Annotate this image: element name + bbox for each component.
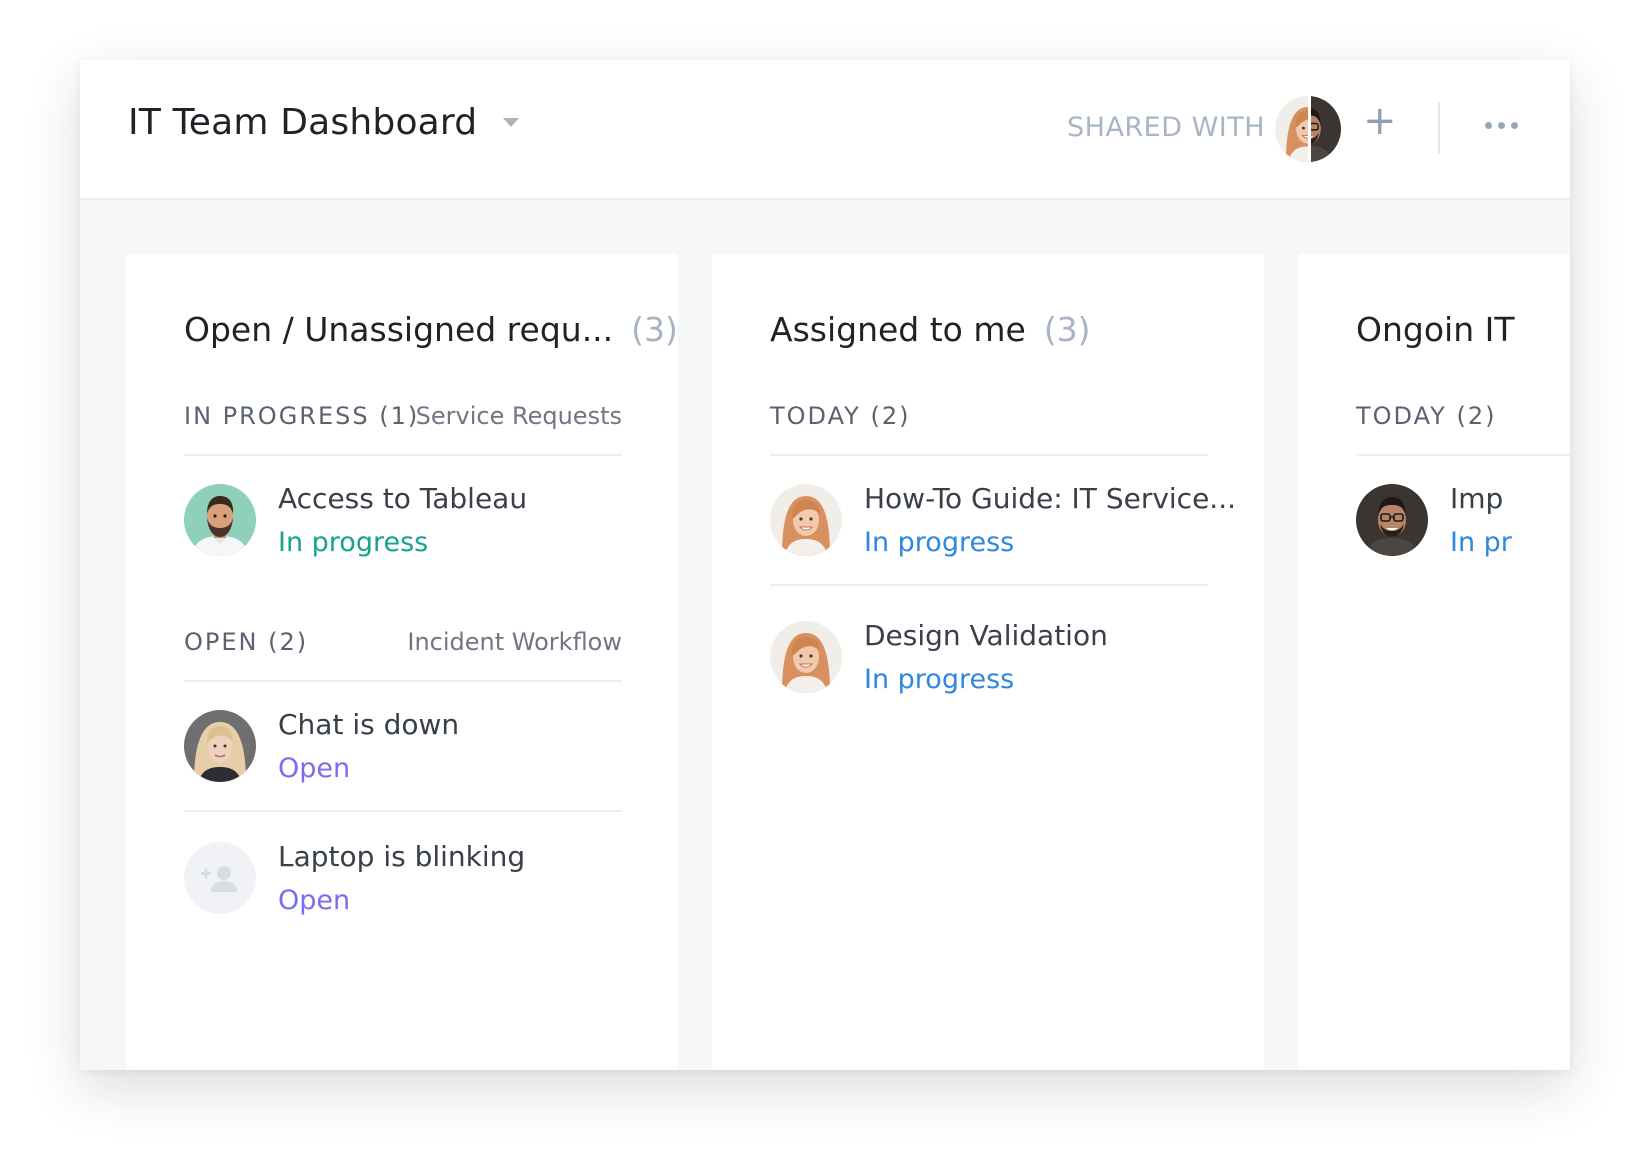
column-title-text: Ongoin IT: [1356, 310, 1515, 349]
header-divider: [1438, 102, 1440, 154]
dashboard-title-selector[interactable]: IT Team Dashboard: [128, 102, 520, 143]
status-badge: In progress: [864, 527, 1015, 558]
group-label: TODAY (2): [1356, 402, 1497, 430]
list-item[interactable]: Laptop is blinking Open: [184, 812, 622, 942]
group-label: IN PROGRESS (1): [184, 402, 420, 430]
column-title: Open / Unassigned requ... (3): [184, 310, 678, 349]
group-header: OPEN (2) Incident Workflow: [184, 622, 622, 682]
more-horizontal-icon[interactable]: [1485, 122, 1518, 129]
shared-avatars[interactable]: [1275, 96, 1347, 162]
column-title-text: Open / Unassigned requ...: [184, 310, 614, 349]
group-source: Incident Workflow: [407, 628, 622, 656]
group-label: OPEN (2): [184, 628, 309, 656]
item-title: Chat is down: [278, 708, 460, 741]
add-user-icon[interactable]: [184, 842, 256, 914]
column-title: Ongoin IT: [1356, 310, 1515, 349]
group-header: TODAY (2): [770, 396, 1208, 456]
column-assigned-to-me: Assigned to me (3) TODAY (2) How-To Guide…: [712, 254, 1264, 1070]
list-item[interactable]: Access to Tableau In progress: [184, 454, 622, 584]
plus-icon[interactable]: +: [1363, 101, 1397, 141]
group-header: IN PROGRESS (1) Service Requests: [184, 396, 622, 456]
item-title: Design Validation: [864, 619, 1108, 652]
column-title: Assigned to me (3): [770, 310, 1091, 349]
avatar: [1356, 484, 1428, 556]
page-title: IT Team Dashboard: [128, 102, 478, 143]
status-badge: In progress: [864, 664, 1015, 695]
avatar-divider: [1309, 96, 1311, 162]
column-count: (3): [631, 310, 678, 349]
status-badge: In pr: [1450, 527, 1512, 558]
column-ongoing-it: Ongoin IT TODAY (2) Imp In pr: [1298, 254, 1570, 1070]
dashboard-window: IT Team Dashboard SHARED WITH + Open / U…: [80, 60, 1570, 1070]
shared-with-label: SHARED WITH: [1067, 112, 1266, 143]
column-open-unassigned: Open / Unassigned requ... (3) IN PROGRESS…: [126, 254, 678, 1070]
list-item[interactable]: Design Validation In progress: [770, 591, 1208, 721]
column-count: (3): [1043, 310, 1091, 349]
item-title: Laptop is blinking: [278, 840, 526, 873]
column-title-text: Assigned to me: [770, 310, 1026, 349]
status-badge: In progress: [278, 527, 429, 558]
status-badge: Open: [278, 885, 351, 916]
list-item[interactable]: Chat is down Open: [184, 680, 622, 812]
avatar: [184, 710, 256, 782]
list-item[interactable]: How-To Guide: IT Service... In progress: [770, 454, 1236, 586]
item-title: How-To Guide: IT Service...: [864, 482, 1236, 515]
group-header: TODAY (2): [1356, 396, 1570, 456]
group-source: Service Requests: [415, 402, 622, 430]
item-title: Imp: [1450, 482, 1504, 515]
avatar: [770, 621, 842, 693]
avatar: [184, 484, 256, 556]
chevron-down-icon[interactable]: [503, 118, 520, 127]
group-label: TODAY (2): [770, 402, 911, 430]
list-item[interactable]: Imp In pr: [1356, 454, 1570, 584]
status-badge: Open: [278, 753, 351, 784]
dashboard-header: IT Team Dashboard SHARED WITH +: [80, 60, 1570, 200]
item-title: Access to Tableau: [278, 482, 528, 515]
avatar: [770, 484, 842, 556]
